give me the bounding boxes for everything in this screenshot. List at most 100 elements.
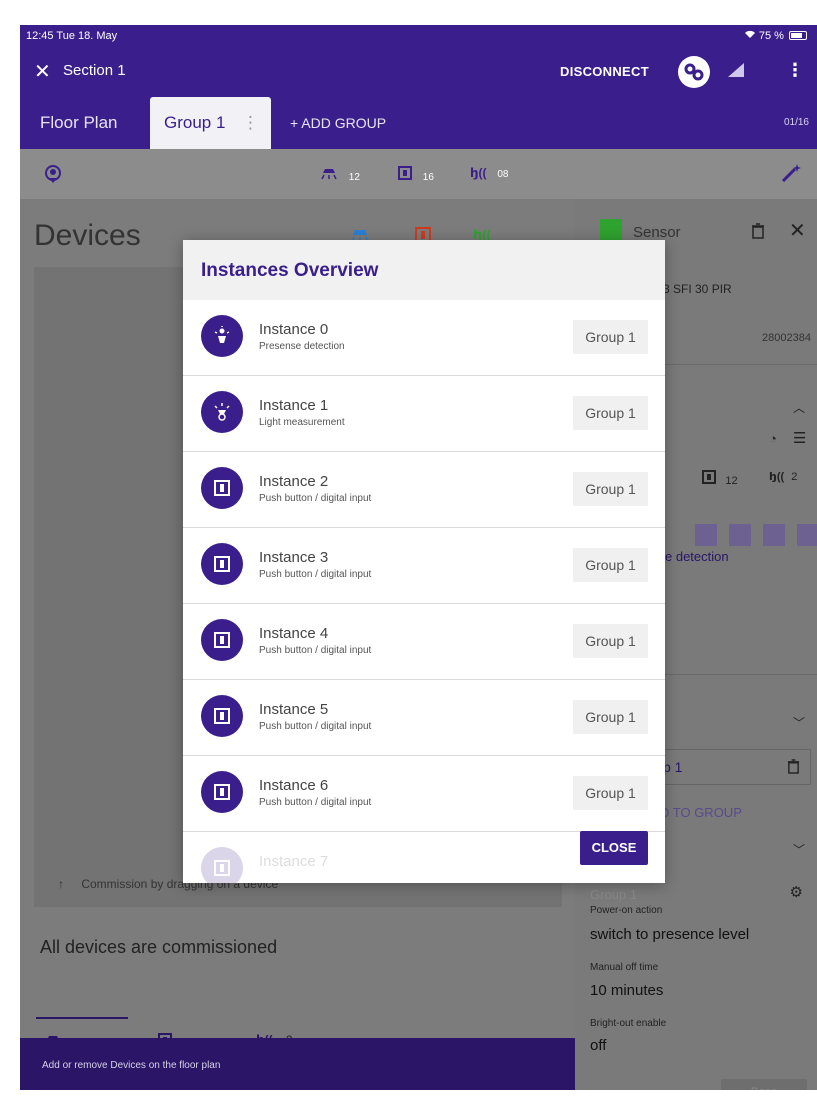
all-commissioned-text: All devices are commissioned xyxy=(40,937,278,957)
link-button[interactable] xyxy=(678,56,710,88)
instance-name: Instance 7 xyxy=(259,853,329,870)
all-commissioned-panel: All devices are commissioned xyxy=(20,909,575,1016)
sensors-count: 08 xyxy=(497,169,509,180)
push-button-icon xyxy=(201,847,243,883)
status-bar: 12:45 Tue 18. May 75 % xyxy=(20,25,817,47)
more-menu-icon[interactable]: ⋮ xyxy=(786,60,804,81)
instance-name: Instance 1 xyxy=(259,397,329,414)
instance-desc: Push button / digital input xyxy=(259,721,372,732)
done-button[interactable]: Done xyxy=(721,1079,807,1090)
close-button[interactable]: CLOSE xyxy=(580,831,648,865)
push-button-icon xyxy=(201,771,243,813)
instance-row[interactable]: Instance 2 Push button / digital input G… xyxy=(183,452,665,528)
instance-list: Instance 0 Presense detection Group 1 In… xyxy=(183,300,665,883)
instance-chip[interactable] xyxy=(729,524,751,546)
add-group-button[interactable]: + ADD GROUP xyxy=(290,97,386,149)
power-on-label: Power-on action xyxy=(590,905,663,916)
wifi-icon xyxy=(744,30,759,42)
chevron-up-icon[interactable]: ︿ xyxy=(793,399,805,416)
instance-group[interactable]: Group 1 xyxy=(573,624,648,658)
tab-group-menu-icon[interactable]: ⋮ xyxy=(242,97,259,149)
detection-label: e detection xyxy=(665,549,729,564)
light-measurement-icon xyxy=(201,391,243,433)
instance-strip xyxy=(695,524,817,548)
instance-name: Instance 4 xyxy=(259,625,329,642)
instance-desc: Push button / digital input xyxy=(259,645,372,656)
footer-hint-bar: Add or remove Devices on the floor plan xyxy=(20,1038,575,1090)
instance-group[interactable]: Group 1 xyxy=(573,700,648,734)
disconnect-button[interactable]: DISCONNECT xyxy=(560,64,649,79)
instance-row[interactable]: Instance 6 Push button / digital input G… xyxy=(183,756,665,832)
power-on-value[interactable]: switch to presence level xyxy=(590,926,749,943)
instance-desc: Light measurement xyxy=(259,417,345,428)
instance-desc: Push button / digital input xyxy=(259,569,372,580)
arrow-up-icon: ↑ xyxy=(58,877,64,891)
manual-off-label: Manual off time xyxy=(590,962,659,973)
buttons-count: 16 xyxy=(422,172,434,183)
chevron-down-icon[interactable]: ﹀ xyxy=(793,714,805,731)
button-icon xyxy=(702,470,716,484)
instance-chip[interactable] xyxy=(763,524,785,546)
footer-hint-text: Add or remove Devices on the floor plan xyxy=(42,1060,221,1071)
dialog-title: Instances Overview xyxy=(201,260,379,281)
add-to-group-button[interactable]: D TO GROUP xyxy=(660,805,742,820)
instance-chip[interactable] xyxy=(797,524,817,546)
chevron-down-icon[interactable]: ﹀ xyxy=(793,841,805,858)
sensor-badge-icon xyxy=(600,219,622,241)
tab-group-1[interactable]: Group 1 ⋮ xyxy=(150,97,271,149)
instance-name: Instance 0 xyxy=(259,321,329,338)
status-right: 75 % xyxy=(744,30,807,42)
instance-group[interactable]: Group 1 xyxy=(573,396,648,430)
buttons-count-item: 16 xyxy=(398,166,434,183)
instance-row[interactable]: Instance 4 Push button / digital input G… xyxy=(183,604,665,680)
close-icon[interactable]: ✕ xyxy=(34,59,51,84)
app-bar: ✕ Section 1 DISCONNECT ⋮ xyxy=(20,47,817,97)
instance-name: Instance 3 xyxy=(259,549,329,566)
bright-out-label: Bright-out enable xyxy=(590,1018,667,1029)
bright-out-value[interactable]: off xyxy=(590,1037,606,1054)
tab-floor-plan[interactable]: Floor Plan xyxy=(40,97,117,149)
lights-count: 12 xyxy=(348,172,360,183)
push-button-icon xyxy=(201,619,243,661)
dialog-header: Instances Overview xyxy=(183,240,665,300)
instance-row[interactable]: Instance 1 Light measurement Group 1 xyxy=(183,376,665,452)
instance-row[interactable]: Instance 0 Presense detection Group 1 xyxy=(183,300,665,376)
push-button-icon xyxy=(201,695,243,737)
magic-tool-icon[interactable] xyxy=(780,162,802,187)
battery-percent: 75 % xyxy=(758,30,784,42)
devices-title: Devices xyxy=(34,219,141,252)
instance-name: Instance 2 xyxy=(259,473,329,490)
instance-desc: Push button / digital input xyxy=(259,493,372,504)
presence-icon xyxy=(201,315,243,357)
delete-icon[interactable] xyxy=(751,223,765,242)
panel-button-count: 12 xyxy=(725,475,738,487)
instance-row[interactable]: Instance 3 Push button / digital input G… xyxy=(183,528,665,604)
sensors-count-item: ꜧ(( 08 xyxy=(470,166,508,180)
instance-name: Instance 5 xyxy=(259,701,329,718)
push-button-icon xyxy=(201,467,243,509)
lights-count-item: 12 xyxy=(320,166,360,183)
instance-group[interactable]: Group 1 xyxy=(573,776,648,810)
close-panel-icon[interactable]: ✕ xyxy=(789,218,806,243)
gear-icon[interactable]: ⚙ xyxy=(790,883,803,901)
locate-icon[interactable] xyxy=(44,164,62,187)
group-field-value: p 1 xyxy=(663,759,683,775)
instance-group[interactable]: Group 1 xyxy=(573,320,648,354)
instance-chip[interactable] xyxy=(695,524,717,546)
app-frame: 12:45 Tue 18. May 75 % ✕ Section 1 DISCO… xyxy=(20,25,817,1090)
history-icon[interactable]: ◔ xyxy=(769,431,777,446)
group-delete-icon[interactable] xyxy=(787,759,800,777)
instance-desc: Presense detection xyxy=(259,341,345,352)
list-icon[interactable]: ☰ xyxy=(793,429,806,447)
instance-group[interactable]: Group 1 xyxy=(573,548,648,582)
tab-bar: Floor Plan Group 1 ⋮ + ADD GROUP 01/16 xyxy=(20,97,817,149)
manual-off-value[interactable]: 10 minutes xyxy=(590,982,663,999)
instance-name: Instance 6 xyxy=(259,777,329,794)
instance-row[interactable]: Instance 5 Push button / digital input G… xyxy=(183,680,665,756)
instance-group[interactable]: Group 1 xyxy=(573,472,648,506)
sensor-icon: ꜧ(( xyxy=(769,471,785,483)
sensor-serial: 28002384 xyxy=(762,332,811,344)
battery-icon xyxy=(789,31,807,40)
light-icon xyxy=(320,169,341,183)
panel-button-count-item: 12 xyxy=(702,470,738,487)
